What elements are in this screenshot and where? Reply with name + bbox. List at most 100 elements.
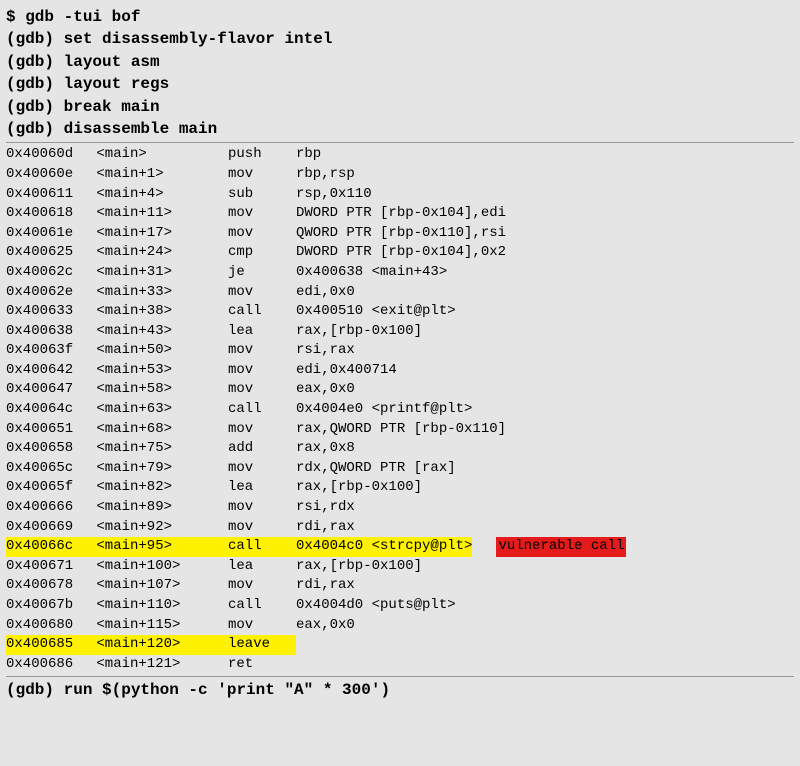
asm-row: 0x400611 <main+4>subrsp,0x110: [6, 185, 794, 205]
asm-operands: rbp: [296, 145, 321, 165]
asm-mnemonic: push: [228, 145, 296, 165]
asm-row: 0x400678 <main+107>movrdi,rax: [6, 576, 794, 596]
asm-mnemonic: lea: [228, 478, 296, 498]
asm-address: 0x400686: [6, 655, 88, 675]
asm-address: 0x400658: [6, 439, 88, 459]
asm-row: 0x400647 <main+58>moveax,0x0: [6, 380, 794, 400]
asm-operands: 0x400638 <main+43>: [296, 263, 447, 283]
asm-mnemonic: lea: [228, 557, 296, 577]
asm-row: 0x400680 <main+115>moveax,0x0: [6, 616, 794, 636]
asm-operands: rax,[rbp-0x100]: [296, 478, 422, 498]
gdb-setup-block: $ gdb -tui bof(gdb) set disassembly-flav…: [6, 6, 794, 140]
gdb-setup-line[interactable]: (gdb) layout asm: [6, 51, 794, 73]
asm-address: 0x400611: [6, 185, 88, 205]
asm-row: 0x40065f <main+82>learax,[rbp-0x100]: [6, 478, 794, 498]
asm-row: 0x40062c <main+31>je0x400638 <main+43>: [6, 263, 794, 283]
asm-mnemonic: mov: [228, 576, 296, 596]
gdb-setup-line[interactable]: (gdb) layout regs: [6, 73, 794, 95]
asm-symbol: <main+92>: [88, 518, 228, 538]
asm-row: 0x400658 <main+75>addrax,0x8: [6, 439, 794, 459]
asm-mnemonic: add: [228, 439, 296, 459]
asm-row: 0x40066c <main+95>call0x4004c0 <strcpy@p…: [6, 537, 794, 557]
asm-row: 0x40060e <main+1>movrbp,rsp: [6, 165, 794, 185]
asm-mnemonic: call: [228, 596, 296, 616]
asm-symbol: <main+50>: [88, 341, 228, 361]
asm-address: 0x400685: [6, 635, 88, 655]
asm-operands: 0x4004d0 <puts@plt>: [296, 596, 456, 616]
asm-symbol: <main+58>: [88, 380, 228, 400]
asm-row: 0x40061e <main+17>movQWORD PTR [rbp-0x11…: [6, 224, 794, 244]
asm-address: 0x400669: [6, 518, 88, 538]
asm-address: 0x40062e: [6, 283, 88, 303]
asm-symbol: <main+95>: [88, 537, 228, 557]
asm-row: 0x400685 <main+120>leave: [6, 635, 794, 655]
asm-mnemonic: mov: [228, 616, 296, 636]
asm-operands: 0x400510 <exit@plt>: [296, 302, 456, 322]
asm-symbol: <main+1>: [88, 165, 228, 185]
asm-symbol: <main+4>: [88, 185, 228, 205]
asm-symbol: <main+82>: [88, 478, 228, 498]
asm-row: 0x40060d <main>pushrbp: [6, 145, 794, 165]
asm-symbol: <main+11>: [88, 204, 228, 224]
asm-symbol: <main+33>: [88, 283, 228, 303]
asm-operands: rdi,rax: [296, 576, 355, 596]
asm-symbol: <main+38>: [88, 302, 228, 322]
asm-symbol: <main+24>: [88, 243, 228, 263]
asm-row: 0x400666 <main+89>movrsi,rdx: [6, 498, 794, 518]
asm-address: 0x400678: [6, 576, 88, 596]
asm-mnemonic: sub: [228, 185, 296, 205]
asm-row: 0x40063f <main+50>movrsi,rax: [6, 341, 794, 361]
asm-mnemonic: cmp: [228, 243, 296, 263]
asm-mnemonic: call: [228, 302, 296, 322]
asm-mnemonic: mov: [228, 165, 296, 185]
vulnerable-call-annotation: vulnerable call: [496, 537, 626, 557]
asm-mnemonic: je: [228, 263, 296, 283]
asm-mnemonic: mov: [228, 380, 296, 400]
asm-operands: rdi,rax: [296, 518, 355, 538]
asm-address: 0x40064c: [6, 400, 88, 420]
asm-symbol: <main+89>: [88, 498, 228, 518]
asm-row: 0x40067b <main+110>call0x4004d0 <puts@pl…: [6, 596, 794, 616]
asm-address: 0x400647: [6, 380, 88, 400]
asm-mnemonic: mov: [228, 361, 296, 381]
asm-symbol: <main+63>: [88, 400, 228, 420]
gdb-run-command[interactable]: (gdb) run $(python -c 'print "A" * 300'): [6, 676, 794, 701]
asm-row: 0x40064c <main+63>call0x4004e0 <printf@p…: [6, 400, 794, 420]
asm-mnemonic: ret: [228, 655, 296, 675]
asm-address: 0x400642: [6, 361, 88, 381]
asm-operands: rax,[rbp-0x100]: [296, 322, 422, 342]
gdb-setup-line[interactable]: $ gdb -tui bof: [6, 6, 794, 28]
asm-mnemonic: mov: [228, 518, 296, 538]
asm-mnemonic: mov: [228, 459, 296, 479]
asm-address: 0x40066c: [6, 537, 88, 557]
gdb-setup-line[interactable]: (gdb) disassemble main: [6, 118, 794, 140]
asm-mnemonic: mov: [228, 420, 296, 440]
asm-row: 0x400638 <main+43>learax,[rbp-0x100]: [6, 322, 794, 342]
asm-symbol: <main+68>: [88, 420, 228, 440]
asm-operands: eax,0x0: [296, 380, 355, 400]
asm-row: 0x400642 <main+53>movedi,0x400714: [6, 361, 794, 381]
asm-address: 0x400666: [6, 498, 88, 518]
asm-symbol: <main+115>: [88, 616, 228, 636]
asm-address: 0x40065f: [6, 478, 88, 498]
asm-symbol: <main+79>: [88, 459, 228, 479]
asm-row: 0x40062e <main+33>movedi,0x0: [6, 283, 794, 303]
gdb-setup-line[interactable]: (gdb) set disassembly-flavor intel: [6, 28, 794, 50]
asm-operands: rax,0x8: [296, 439, 355, 459]
asm-operands: rax,[rbp-0x100]: [296, 557, 422, 577]
asm-operands: QWORD PTR [rbp-0x110],rsi: [296, 224, 506, 244]
asm-symbol: <main+110>: [88, 596, 228, 616]
asm-mnemonic: lea: [228, 322, 296, 342]
asm-operands: rdx,QWORD PTR [rax]: [296, 459, 456, 479]
asm-mnemonic: mov: [228, 224, 296, 244]
asm-operands: 0x4004e0 <printf@plt>: [296, 400, 472, 420]
asm-symbol: <main>: [88, 145, 228, 165]
asm-row: 0x400669 <main+92>movrdi,rax: [6, 518, 794, 538]
asm-operands: DWORD PTR [rbp-0x104],edi: [296, 204, 506, 224]
asm-mnemonic: call: [228, 400, 296, 420]
asm-symbol: <main+17>: [88, 224, 228, 244]
asm-mnemonic: mov: [228, 283, 296, 303]
asm-operands: 0x4004c0 <strcpy@plt>: [296, 537, 472, 557]
asm-mnemonic: mov: [228, 341, 296, 361]
gdb-setup-line[interactable]: (gdb) break main: [6, 96, 794, 118]
